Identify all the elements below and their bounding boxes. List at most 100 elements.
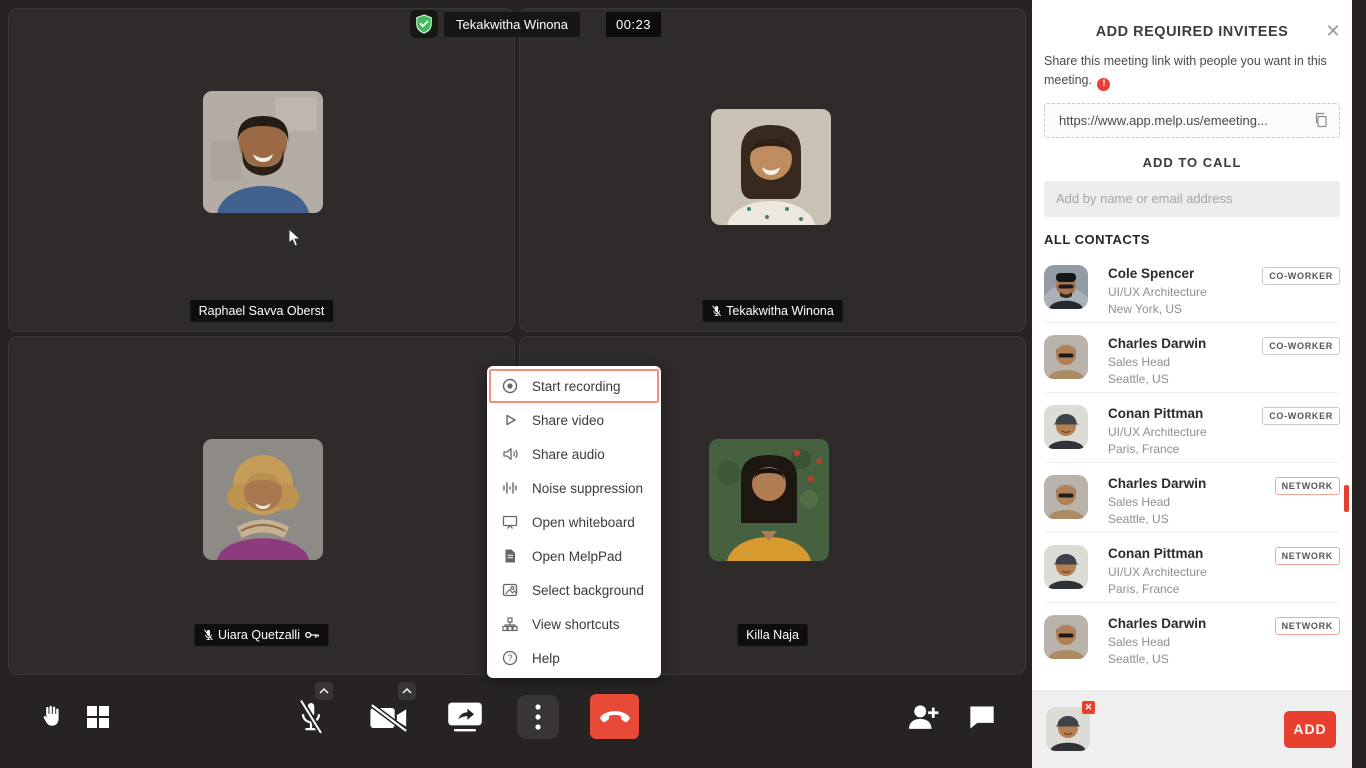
contact-name: Charles Darwin (1108, 475, 1206, 493)
contact-role: UI/UX Architecture (1108, 565, 1207, 581)
participant-name-label: Uiara Quetzalli (194, 624, 329, 646)
grid-layout-icon (85, 704, 111, 730)
contact-name: Conan Pittman (1108, 405, 1207, 423)
contact-location: New York, US (1108, 302, 1207, 318)
participant-photo-raphael (203, 91, 323, 213)
add-to-call-heading: ADD TO CALL (1032, 155, 1352, 170)
copy-icon[interactable] (1313, 112, 1329, 128)
scrollbar-thumb[interactable] (1344, 485, 1349, 512)
meeting-link-box[interactable]: https://www.app.melp.us/emeeting... (1044, 103, 1340, 138)
menu-item-view-shortcuts[interactable]: View shortcuts (487, 607, 661, 641)
all-contacts-heading: ALL CONTACTS (1044, 232, 1340, 247)
contact-name: Conan Pittman (1108, 545, 1207, 563)
menu-item-open-melppad[interactable]: Open MelpPad (487, 539, 661, 573)
equalizer-icon (501, 479, 519, 497)
contact-role: UI/UX Architecture (1108, 285, 1207, 301)
contact-row[interactable]: Cole Spencer UI/UX Architecture New York… (1044, 253, 1340, 323)
active-speaker-badge: Tekakwitha Winona (444, 12, 580, 37)
sitemap-icon (501, 615, 519, 633)
chat-button[interactable] (966, 702, 998, 732)
menu-item-help[interactable]: ? Help (487, 641, 661, 675)
grid-layout-button[interactable] (84, 703, 112, 731)
contact-role: Sales Head (1108, 635, 1206, 651)
info-icon: ! (1097, 78, 1110, 91)
raise-hand-icon (38, 703, 64, 729)
camera-off-button[interactable] (368, 702, 410, 734)
image-icon (501, 581, 519, 599)
chat-icon (968, 704, 996, 730)
shield-check-icon (415, 14, 433, 34)
contact-row[interactable]: Conan Pittman UI/UX Architecture Paris, … (1044, 533, 1340, 603)
mic-muted-icon (296, 698, 326, 738)
video-tile-raphael[interactable]: Raphael Savva Oberst (8, 8, 515, 332)
share-screen-icon (447, 701, 483, 733)
raise-hand-button[interactable] (36, 701, 66, 731)
add-person-icon (905, 702, 943, 732)
contact-role: Sales Head (1108, 495, 1206, 511)
record-icon (501, 377, 519, 395)
chevron-up-icon (402, 688, 412, 694)
contact-name: Cole Spencer (1108, 265, 1207, 283)
remove-contact-icon[interactable]: ✕ (1082, 701, 1095, 714)
chevron-up-icon (319, 688, 329, 694)
contact-badge: CO-WORKER (1262, 407, 1340, 425)
add-person-button[interactable] (903, 700, 945, 734)
add-button[interactable]: ADD (1284, 711, 1336, 748)
avatar (1044, 475, 1088, 519)
avatar (1044, 265, 1088, 309)
avatar (1044, 545, 1088, 589)
menu-item-share-audio[interactable]: Share audio (487, 437, 661, 471)
add-invitees-panel: ADD REQUIRED INVITEES ✕ Share this meeti… (1032, 0, 1352, 768)
play-icon (501, 411, 519, 429)
menu-item-noise-suppression[interactable]: Noise suppression (487, 471, 661, 505)
mic-muted-icon (711, 305, 721, 317)
contact-location: Seattle, US (1108, 652, 1206, 668)
end-call-button[interactable] (590, 694, 639, 739)
end-call-icon (599, 709, 631, 724)
contact-row[interactable]: Charles Darwin Sales Head Seattle, US NE… (1044, 603, 1340, 673)
contact-name: Charles Darwin (1108, 335, 1206, 353)
meeting-link: https://www.app.melp.us/emeeting... (1059, 113, 1313, 128)
more-options-button[interactable] (517, 695, 559, 739)
contact-role: Sales Head (1108, 355, 1206, 371)
menu-item-select-background[interactable]: Select background (487, 573, 661, 607)
video-call-app: Raphael Savva Oberst Tekakwitha Winona U… (0, 0, 1366, 768)
security-shield-badge[interactable] (410, 10, 438, 38)
selected-contact-chip[interactable]: ✕ (1046, 707, 1090, 751)
close-icon[interactable]: ✕ (1324, 22, 1342, 40)
contact-name: Charles Darwin (1108, 615, 1206, 633)
participant-name-label: Raphael Savva Oberst (190, 300, 334, 322)
participant-photo-killa (709, 439, 829, 561)
mic-muted-icon (203, 629, 213, 641)
participant-name: Uiara Quetzalli (218, 628, 300, 642)
panel-title: ADD REQUIRED INVITEES (1032, 24, 1352, 40)
menu-item-open-whiteboard[interactable]: Open whiteboard (487, 505, 661, 539)
avatar (1044, 405, 1088, 449)
participant-name-label: Tekakwitha Winona (702, 300, 843, 322)
add-contact-input[interactable] (1044, 181, 1340, 217)
menu-item-share-video[interactable]: Share video (487, 403, 661, 437)
document-icon (501, 547, 519, 565)
share-screen-button[interactable] (446, 700, 484, 734)
contact-row[interactable]: Charles Darwin Sales Head Seattle, US CO… (1044, 323, 1340, 393)
contact-badge: CO-WORKER (1262, 267, 1340, 285)
mic-mute-button[interactable] (294, 697, 328, 739)
call-timer: 00:23 (606, 12, 661, 37)
camera-options-caret[interactable] (398, 682, 416, 700)
contact-badge: NETWORK (1275, 547, 1340, 565)
speaker-icon (501, 445, 519, 463)
video-tile-uiara[interactable]: Uiara Quetzalli (8, 336, 515, 675)
contact-row[interactable]: Conan Pittman UI/UX Architecture Paris, … (1044, 393, 1340, 463)
share-link-text: Share this meeting link with people you … (1044, 52, 1340, 91)
mouse-cursor (288, 228, 302, 253)
contact-location: Seattle, US (1108, 372, 1206, 388)
menu-item-start-recording[interactable]: Start recording (489, 369, 659, 403)
contact-row[interactable]: Charles Darwin Sales Head Seattle, US NE… (1044, 463, 1340, 533)
right-edge-strip (1352, 0, 1366, 768)
avatar (1044, 335, 1088, 379)
contact-location: Paris, France (1108, 582, 1207, 598)
contact-role: UI/UX Architecture (1108, 425, 1207, 441)
participant-photo-uiara (203, 439, 323, 560)
contact-badge: NETWORK (1275, 477, 1340, 495)
video-tile-tekakwitha[interactable]: Tekakwitha Winona (519, 8, 1026, 332)
